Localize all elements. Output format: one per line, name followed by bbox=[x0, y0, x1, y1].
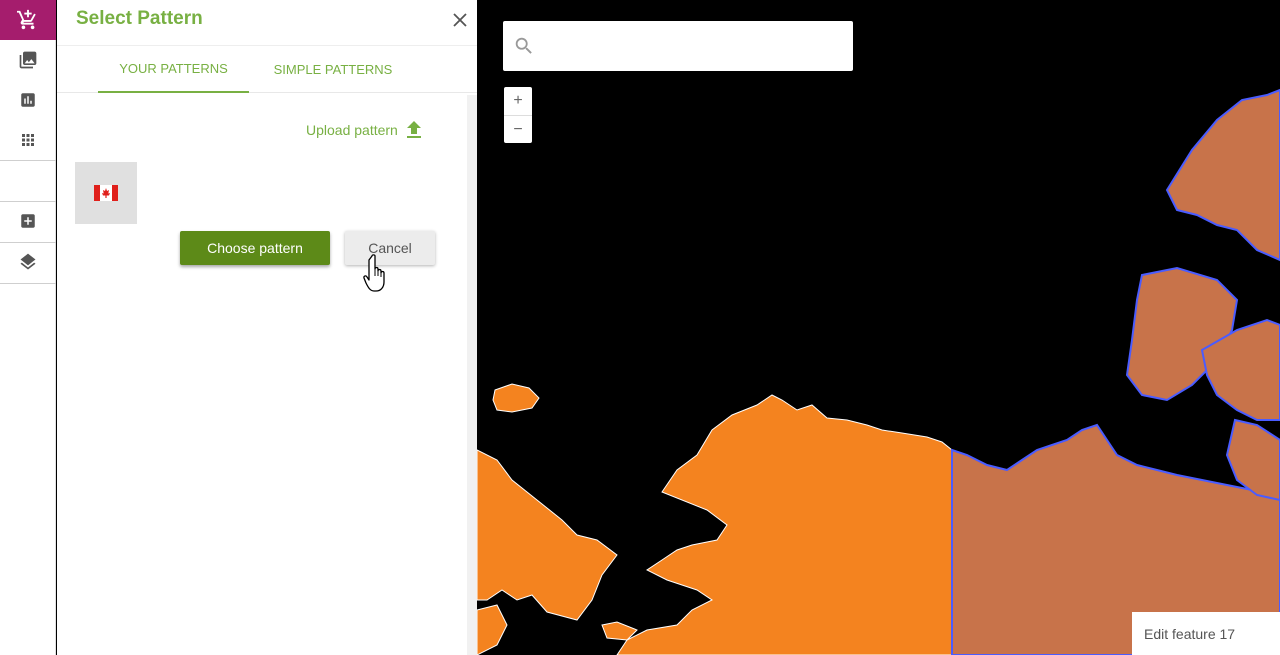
edit-feature-status: Edit feature 17 bbox=[1132, 612, 1280, 655]
image-icon bbox=[19, 51, 37, 69]
hand-cursor-icon bbox=[363, 254, 385, 292]
zoom-control: + − bbox=[504, 87, 532, 143]
panel-title: Select Pattern bbox=[76, 8, 203, 29]
map-search-box[interactable] bbox=[503, 21, 853, 71]
image-button[interactable] bbox=[0, 40, 56, 80]
island-brown-3 bbox=[1165, 88, 1280, 262]
layers-button[interactable] bbox=[0, 242, 56, 282]
close-icon bbox=[453, 13, 467, 27]
land-west-2 bbox=[477, 604, 508, 655]
cart-add-icon bbox=[17, 9, 36, 30]
search-input[interactable] bbox=[543, 25, 853, 67]
add-box-icon bbox=[21, 214, 35, 228]
grid-button[interactable] bbox=[0, 120, 56, 160]
land-main bbox=[616, 394, 953, 655]
choose-pattern-button[interactable]: Choose pattern bbox=[180, 231, 330, 265]
pattern-tabs: YOUR PATTERNS SIMPLE PATTERNS bbox=[57, 45, 477, 93]
chart-button[interactable] bbox=[0, 80, 56, 120]
scrollbar[interactable] bbox=[467, 95, 477, 655]
tab-your-patterns[interactable]: YOUR PATTERNS bbox=[98, 46, 249, 93]
upload-icon bbox=[406, 121, 421, 138]
layers-icon bbox=[20, 253, 36, 270]
map-view[interactable] bbox=[477, 0, 1280, 655]
add-button[interactable] bbox=[0, 201, 56, 241]
upload-pattern-label: Upload pattern bbox=[306, 122, 398, 138]
map-canvas[interactable] bbox=[477, 0, 1280, 655]
land-west bbox=[477, 449, 618, 621]
canada-flag-icon bbox=[94, 185, 118, 201]
upload-pattern-link[interactable]: Upload pattern bbox=[306, 121, 422, 139]
pattern-thumbnail[interactable] bbox=[75, 162, 137, 224]
search-icon bbox=[515, 37, 532, 54]
island-1 bbox=[492, 383, 540, 413]
tab-simple-patterns[interactable]: SIMPLE PATTERNS bbox=[257, 46, 409, 93]
close-button[interactable] bbox=[450, 10, 470, 30]
zoom-in-button[interactable]: + bbox=[504, 87, 532, 115]
grid-icon bbox=[22, 134, 34, 146]
chart-icon bbox=[21, 93, 35, 107]
cart-add-button[interactable] bbox=[0, 0, 56, 40]
zoom-out-button[interactable]: − bbox=[504, 115, 532, 144]
side-rail bbox=[0, 0, 56, 655]
select-pattern-panel: Select Pattern YOUR PATTERNS SIMPLE PATT… bbox=[57, 0, 477, 655]
